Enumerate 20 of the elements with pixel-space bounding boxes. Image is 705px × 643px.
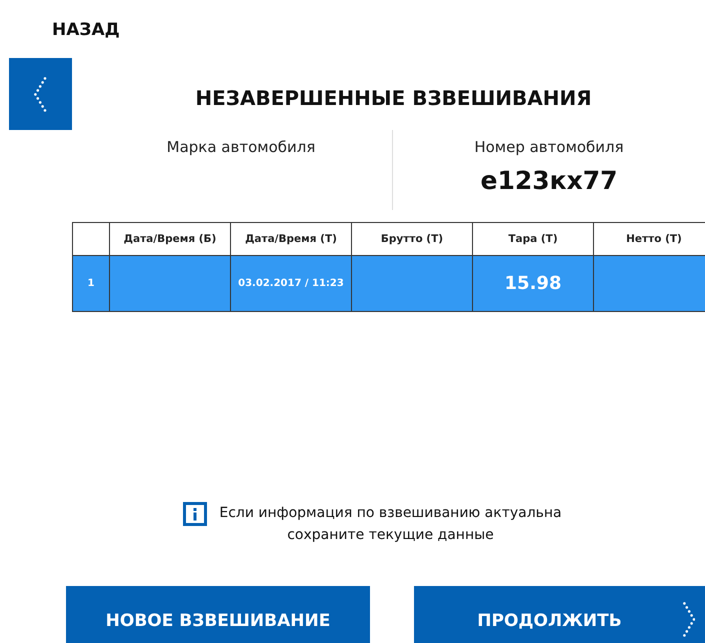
make-label: Марка автомобиля xyxy=(166,138,316,156)
column-header xyxy=(72,222,110,256)
continue-button[interactable]: ПРОДОЛЖИТЬ xyxy=(414,586,705,643)
column-header: Нетто (Т) xyxy=(594,222,705,256)
vehicle-number: е123кх77 xyxy=(480,166,618,195)
table-cell[interactable] xyxy=(352,256,472,312)
column-header: Дата/Время (Т) xyxy=(230,222,352,256)
info-icon xyxy=(183,502,208,526)
new-weighing-button[interactable]: НОВОЕ ВЗВЕШИВАНИЕ xyxy=(66,586,370,643)
page-title: НЕЗАВЕРШЕННЫЕ ВЗВЕШИВАНИЯ xyxy=(194,86,593,110)
info-text: Если информация по взвешиванию актуальна сохраните текущие данные xyxy=(219,504,562,545)
chevron-left-icon xyxy=(34,76,47,112)
column-header: Брутто (Т) xyxy=(352,222,472,256)
chevron-right-icon xyxy=(682,602,695,637)
table-cell[interactable] xyxy=(110,256,230,312)
column-header: Дата/Время (Б) xyxy=(110,222,230,256)
back-label[interactable]: НАЗАД xyxy=(0,0,705,58)
column-header: Тара (Т) xyxy=(472,222,594,256)
table-cell[interactable] xyxy=(594,256,705,312)
number-label: Номер автомобиля xyxy=(474,138,624,156)
